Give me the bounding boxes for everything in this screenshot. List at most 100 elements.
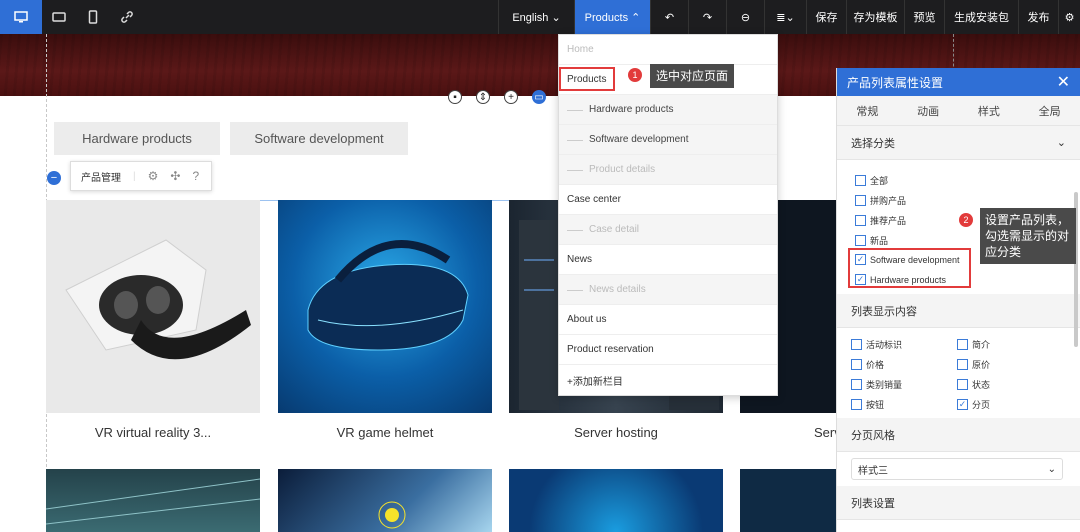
save-button[interactable]: 保存 (806, 0, 846, 34)
product-image (46, 200, 260, 413)
category-checkbox-recommended[interactable]: 推荐产品 (855, 214, 906, 227)
dropdown-item-news-details[interactable]: News details (559, 275, 777, 305)
settings-button[interactable]: ⚙ (1058, 0, 1080, 34)
checkbox-label: 原价 (972, 360, 991, 370)
paging-style-select[interactable]: 样式三 ⌄ (851, 458, 1063, 480)
highlight-box (848, 248, 971, 288)
dropdown-item-news[interactable]: News (559, 245, 777, 275)
checkbox-checked[interactable]: ✓ (957, 399, 968, 410)
dropdown-item-product-details[interactable]: Product details (559, 155, 777, 185)
tab-global[interactable]: 全局 (1019, 96, 1080, 125)
display-checkbox[interactable]: 活动标识 (851, 338, 902, 351)
checkbox[interactable] (851, 359, 862, 370)
panel-tabs: 常规 动画 样式 全局 (837, 96, 1080, 126)
checkbox[interactable] (851, 399, 862, 410)
publish-button[interactable]: 发布 (1018, 0, 1058, 34)
checkbox[interactable] (957, 339, 968, 350)
display-checkbox[interactable]: 类别销量 (851, 378, 902, 391)
redo-icon: ↷ (702, 11, 713, 24)
mobile-view-button[interactable] (76, 0, 110, 34)
generate-package-label: 生成安装包 (954, 12, 1009, 24)
save-template-button[interactable]: 存为模板 (846, 0, 904, 34)
product-name: VR game helmet (336, 424, 434, 440)
tab-hardware-products[interactable]: Hardware products (54, 122, 220, 155)
category-checkbox-group-buy[interactable]: 拼购产品 (855, 194, 906, 207)
checkbox-label: 拼购产品 (870, 196, 907, 206)
checkbox-label: 分页 (972, 400, 991, 410)
products-page-select[interactable]: Products ⌃ (574, 0, 650, 34)
product-card[interactable]: VR game helmet (278, 200, 492, 451)
desktop-icon (14, 11, 28, 23)
display-checkbox[interactable]: 价格 (851, 358, 884, 371)
tooltip-set-category: 设置产品列表，勾选需显示的对应分类 (980, 208, 1076, 264)
delete-module-icon[interactable]: ▪ (448, 90, 462, 104)
checkbox-label: 类别销量 (866, 380, 903, 390)
tab-animation[interactable]: 动画 (898, 96, 959, 125)
product-card[interactable]: VR virtual reality 3... (46, 200, 260, 451)
display-checkbox[interactable]: 简介 (957, 338, 990, 351)
display-checkbox[interactable]: 状态 (957, 378, 990, 391)
edit-module-icon[interactable]: ▭ (532, 90, 546, 104)
product-manage-button[interactable]: 产品管理 (81, 169, 121, 184)
redo-button[interactable]: ↷ (688, 0, 726, 34)
display-checkbox[interactable]: 原价 (957, 358, 990, 371)
checkbox[interactable] (855, 215, 866, 226)
dropdown-item-software-development[interactable]: Software development (559, 125, 777, 155)
tab-software-development[interactable]: Software development (230, 122, 408, 155)
dropdown-item-home[interactable]: Home (559, 35, 777, 65)
dropdown-item-case-center[interactable]: Case center (559, 185, 777, 215)
section-category-header[interactable]: 选择分类 ⌄ (837, 126, 1080, 160)
language-label: English ⌄ (512, 11, 561, 24)
dropdown-item-hardware-products[interactable]: Hardware products (559, 95, 777, 125)
link-button[interactable] (110, 0, 144, 34)
checkbox-label: 简介 (972, 340, 991, 350)
preview-label: 预览 (913, 12, 936, 24)
product-image (46, 469, 260, 532)
layers-button[interactable]: ≣⌄ (764, 0, 806, 34)
tab-style[interactable]: 样式 (959, 96, 1020, 125)
close-icon[interactable]: ✕ (1057, 72, 1070, 92)
display-checkbox[interactable]: ✓ 分页 (957, 398, 990, 411)
display-checkbox[interactable]: 按钮 (851, 398, 884, 411)
chevron-down-icon: ⌄ (1047, 463, 1056, 475)
checkbox-label: 价格 (866, 360, 885, 370)
link-icon (121, 11, 133, 23)
section-category-title: 选择分类 (851, 137, 895, 150)
save-template-label: 存为模板 (853, 12, 898, 24)
property-panel: 产品列表属性设置 ✕ 常规 动画 样式 全局 选择分类 ⌄ 全部 拼购产品 推荐… (836, 68, 1080, 532)
language-select[interactable]: English ⌄ (498, 0, 574, 34)
step-badge: 2 (959, 213, 973, 227)
undo-button[interactable]: ↶ (650, 0, 688, 34)
checkbox[interactable] (957, 359, 968, 370)
animation-icon[interactable]: ✣ (170, 169, 180, 183)
desktop-view-button[interactable] (0, 0, 42, 34)
settings-icon[interactable]: ⚙ (148, 169, 159, 183)
checkbox[interactable] (855, 235, 866, 246)
help-icon[interactable]: ? (192, 169, 199, 183)
category-checkbox-all[interactable]: 全部 (855, 174, 888, 187)
save-label: 保存 (815, 12, 838, 24)
category-checkbox-new[interactable]: 新品 (855, 234, 888, 247)
zoom-button[interactable]: ⊖ (726, 0, 764, 34)
move-module-icon[interactable]: ⇕ (476, 90, 490, 104)
checkbox[interactable] (855, 175, 866, 186)
section-paging-header: 分页风格 (837, 418, 1080, 452)
section-display-title: 列表显示内容 (851, 305, 917, 318)
tablet-view-button[interactable] (42, 0, 76, 34)
checkbox[interactable] (957, 379, 968, 390)
tablet-icon (52, 12, 66, 22)
checkbox[interactable] (851, 339, 862, 350)
dropdown-item-product-reservation[interactable]: Product reservation (559, 335, 777, 365)
tab-general[interactable]: 常规 (837, 96, 898, 125)
dropdown-item-case-detail[interactable]: Case detail (559, 215, 777, 245)
collapse-icon[interactable]: − (47, 171, 61, 185)
generate-package-button[interactable]: 生成安装包 (944, 0, 1018, 34)
section-display-header: 列表显示内容 (837, 294, 1080, 328)
dropdown-item-about-us[interactable]: About us (559, 305, 777, 335)
add-column-button[interactable]: +添加新栏目 (559, 365, 777, 395)
preview-button[interactable]: 预览 (904, 0, 944, 34)
add-module-icon[interactable]: + (504, 90, 518, 104)
checkbox[interactable] (851, 379, 862, 390)
tooltip-select-page: 选中对应页面 (650, 64, 735, 88)
checkbox[interactable] (855, 195, 866, 206)
